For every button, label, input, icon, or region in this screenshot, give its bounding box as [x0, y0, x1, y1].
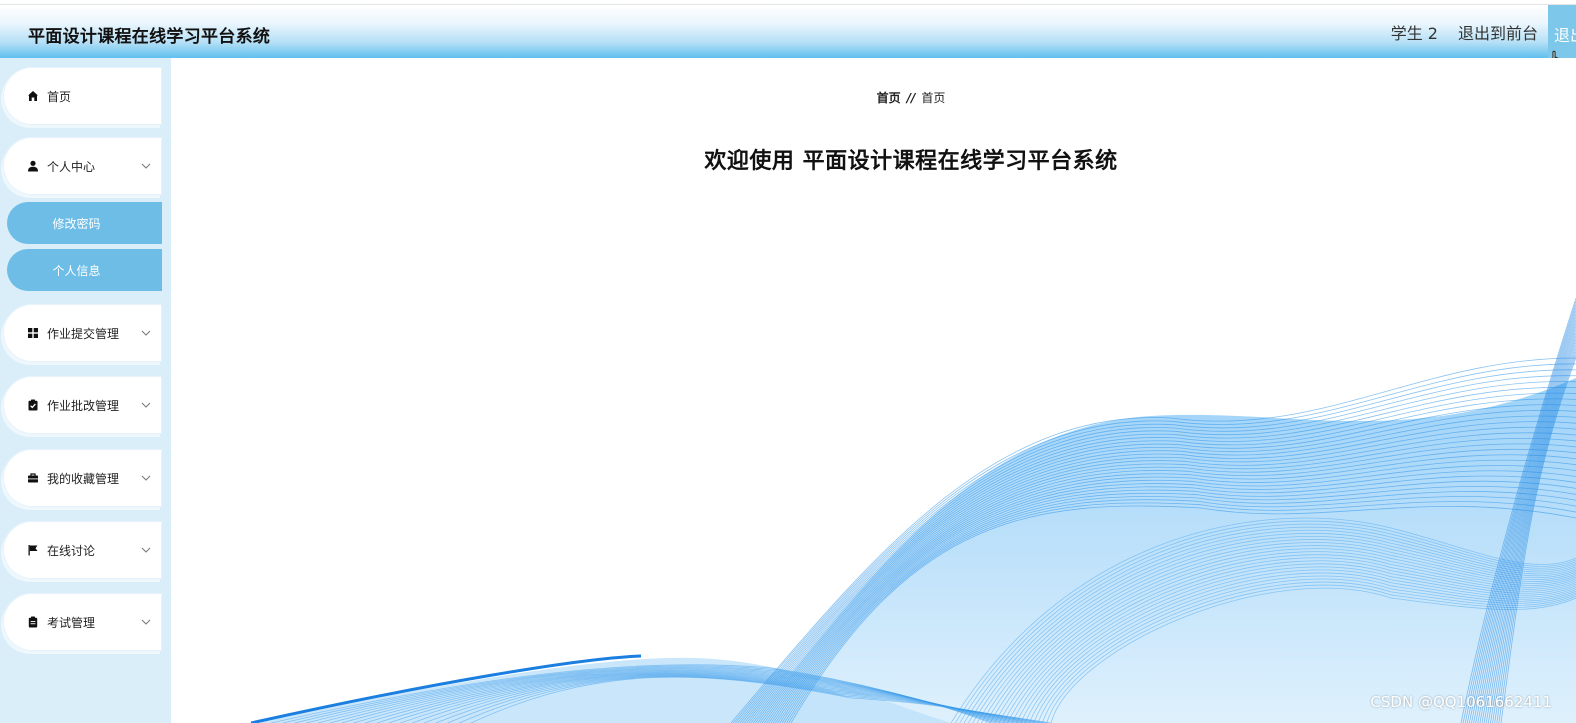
app-window: 平面设计课程在线学习平台系统 学生 2 退出到前台 退出 首页 个人中心 修改密… — [0, 0, 1576, 723]
wave-line — [777, 475, 1576, 723]
breadcrumb-current: 首页 — [921, 91, 946, 105]
clipboard-check-icon — [27, 399, 39, 411]
breadcrumb: 首页 // 首页 — [171, 89, 1576, 106]
wave-line — [786, 496, 1576, 723]
sidebar-item-label: 个人中心 — [47, 159, 96, 174]
sidebar-item-label: 考试管理 — [47, 615, 96, 630]
sidebar-subitem-change-password[interactable]: 修改密码 — [7, 202, 162, 244]
sidebar-item-exam-management[interactable]: 考试管理 — [3, 593, 162, 651]
chevron-down-icon — [140, 402, 152, 408]
chevron-down-icon — [140, 475, 152, 481]
sidebar-item-label: 作业提交管理 — [47, 326, 120, 341]
wave-line — [730, 357, 1576, 723]
clipboard-icon — [27, 616, 39, 628]
sidebar-item-online-discussion[interactable]: 在线讨论 — [3, 521, 162, 579]
grid-icon — [27, 327, 39, 339]
wave-line — [353, 671, 1016, 723]
flag-icon — [27, 544, 39, 556]
app-title: 平面设计课程在线学习平台系统 — [28, 27, 271, 47]
top-header: 平面设计课程在线学习平台系统 学生 2 退出到前台 退出 — [0, 4, 1576, 59]
breadcrumb-home[interactable]: 首页 — [877, 91, 901, 105]
wave-line — [341, 670, 1013, 723]
watermark: CSDN @QQ1061662411 — [1370, 693, 1552, 711]
sidebar-subitem-personal-info[interactable]: 个人信息 — [7, 249, 162, 291]
chevron-down-icon — [140, 330, 152, 336]
welcome-title: 欢迎使用 平面设计课程在线学习平台系统 — [704, 149, 1118, 174]
sidebar-item-home[interactable]: 首页 — [3, 67, 162, 125]
wave-line — [735, 369, 1576, 723]
sidebar-item-label: 我的收藏管理 — [47, 471, 120, 486]
chevron-down-icon — [140, 163, 152, 169]
person-icon — [27, 160, 39, 172]
wave-line — [783, 491, 1576, 723]
briefcase-icon — [27, 472, 39, 484]
wave-line — [775, 470, 1576, 723]
wave-line — [772, 465, 1576, 723]
sidebar-item-homework-submit[interactable]: 作业提交管理 — [3, 304, 162, 362]
sidebar-item-my-favorites[interactable]: 我的收藏管理 — [3, 449, 162, 507]
back-to-front-link[interactable]: 退出到前台 — [1458, 20, 1538, 44]
sidebar: 首页 个人中心 修改密码 个人信息 作业提交管理 作业批改管理 我的收藏管理 在… — [0, 58, 171, 723]
chevron-down-icon — [140, 619, 152, 625]
wave-line — [737, 375, 1576, 723]
breadcrumb-separator: // — [906, 91, 916, 105]
wave-line — [435, 675, 1041, 723]
sidebar-item-label: 首页 — [47, 89, 72, 104]
sidebar-item-personal-center[interactable]: 个人中心 — [3, 137, 162, 195]
wave-line — [365, 671, 1020, 723]
chevron-down-icon — [140, 547, 152, 553]
sidebar-item-label: 作业批改管理 — [47, 398, 120, 413]
sidebar-item-homework-grading[interactable]: 作业批改管理 — [3, 376, 162, 434]
home-icon — [27, 90, 39, 102]
wave-line — [757, 426, 1576, 723]
main-content: 首页 // 首页 欢迎使用 平面设计课程在线学习平台系统 CSDN @QQ10616… — [171, 58, 1576, 723]
sidebar-item-label: 在线讨论 — [47, 543, 96, 558]
current-user-label: 学生 2 — [1390, 24, 1438, 43]
